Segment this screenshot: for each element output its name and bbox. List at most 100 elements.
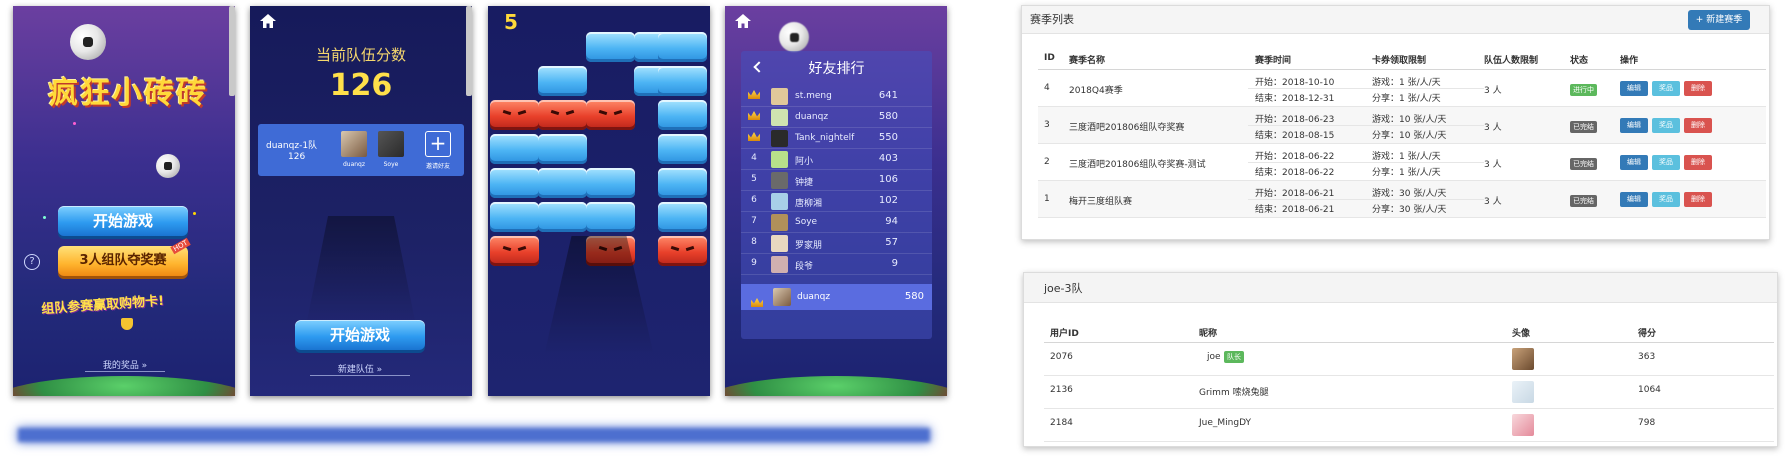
- prize-button[interactable]: 奖品: [1652, 155, 1680, 170]
- star-dot: [43, 216, 46, 219]
- crown-icon: [745, 111, 763, 123]
- level-number: 5: [504, 10, 518, 34]
- delete-button[interactable]: 删除: [1684, 118, 1712, 133]
- rank-number: 4: [751, 153, 757, 163]
- row-id: 3: [1044, 120, 1050, 130]
- blue-brick: [658, 134, 707, 164]
- row-id: 2: [1044, 157, 1050, 167]
- rank-number: 8: [751, 237, 757, 247]
- player-score: 102: [878, 195, 898, 206]
- player-score: 580: [878, 111, 898, 122]
- team-contest-button[interactable]: 3人组队夺奖赛: [58, 246, 188, 276]
- new-team-link[interactable]: 新建队伍 »: [310, 362, 410, 376]
- season-start: 开始：2018-06-21: [1255, 189, 1335, 199]
- divider: [1038, 143, 1766, 144]
- user-score: 363: [1638, 352, 1656, 362]
- my-prizes-link[interactable]: 我的奖品 »: [85, 358, 165, 372]
- col-header: 卡券领取限制: [1372, 56, 1427, 66]
- start-game-button[interactable]: 开始游戏: [295, 320, 425, 350]
- row-id: 4: [1044, 83, 1050, 93]
- edit-button[interactable]: 编辑: [1620, 81, 1648, 96]
- blue-brick: [538, 134, 587, 164]
- red-brick: [538, 100, 587, 130]
- blue-brick: [538, 66, 587, 96]
- planet-ground: [725, 376, 947, 396]
- invite-label: 邀请好友: [425, 163, 450, 170]
- divider: [1044, 408, 1774, 409]
- blue-brick: [658, 66, 707, 96]
- team-size: 3 人: [1484, 197, 1502, 207]
- blue-brick: [658, 168, 707, 198]
- limit-share: 分享：1 张/人/天: [1372, 168, 1441, 178]
- team-card: duanqz-1队 126 duanqz Soye + 邀请好友: [258, 124, 464, 176]
- scrollbar[interactable]: [229, 6, 235, 96]
- avatar: [1512, 414, 1534, 436]
- delete-button[interactable]: 删除: [1684, 192, 1712, 207]
- rank-row: 9 段爷 9: [741, 254, 932, 275]
- blue-brick: [658, 32, 707, 62]
- red-brick: [490, 236, 539, 266]
- home-icon[interactable]: [735, 14, 751, 28]
- rank-number: 5: [751, 174, 757, 184]
- member-name: duanqz: [342, 161, 366, 168]
- new-season-button[interactable]: + 新建赛季: [1688, 10, 1750, 30]
- football-icon: [779, 22, 809, 52]
- col-header: 用户ID: [1050, 329, 1079, 339]
- rank-row: duanqz 580: [741, 107, 932, 128]
- screen-game: 5: [488, 6, 710, 396]
- player-name: 唐柳湘: [795, 199, 823, 209]
- blue-brick: [490, 168, 539, 198]
- rank-row: st.meng 641: [741, 86, 932, 107]
- season-rows: 4 2018Q4赛季 开始：2018-10-10 结束：2018-12-31 游戏：1 …: [1022, 70, 1771, 240]
- screen-home: 疯狂小砖砖 开始游戏 3人组队夺奖赛 HOT ? 组队参赛赢取购物卡! 我的奖品…: [13, 6, 235, 396]
- edit-button[interactable]: 编辑: [1620, 155, 1648, 170]
- divider: [1248, 88, 1484, 89]
- team-detail-panel: joe-3队 用户ID 昵称 头像 得分 2076 joe 队长 363 2136 Gri…: [1023, 272, 1778, 447]
- delete-button[interactable]: 删除: [1684, 81, 1712, 96]
- season-end: 结束：2018-06-22: [1255, 168, 1335, 178]
- promo-text: 组队参赛赢取购物卡!: [40, 293, 165, 318]
- nickname: joe: [1207, 352, 1221, 362]
- col-header: 赛季名称: [1069, 56, 1106, 66]
- blue-brick: [586, 202, 635, 232]
- avatar: [771, 109, 788, 126]
- limit-game: 游戏：10 张/人/天: [1372, 115, 1447, 125]
- prize-button[interactable]: 奖品: [1652, 118, 1680, 133]
- team-card-score: 126: [288, 152, 306, 162]
- blue-brick: [538, 168, 587, 198]
- player-name: duanqz: [795, 112, 829, 122]
- rank-row: 8 罗家朋 57: [741, 233, 932, 254]
- team-size: 3 人: [1484, 86, 1502, 96]
- avatar: [1512, 381, 1534, 403]
- season-name: 三度酒吧201806组队夺奖赛-测试: [1069, 160, 1206, 170]
- col-header: 操作: [1620, 56, 1639, 66]
- home-icon[interactable]: [260, 14, 276, 28]
- user-score: 1064: [1638, 385, 1661, 395]
- avatar: [771, 172, 788, 189]
- red-brick: [586, 100, 635, 130]
- avatar: [771, 235, 788, 252]
- team-rows: 2076 joe 队长 363 2136 Grimm 嗦烧兔腿 1064 2184 Jue_Mi…: [1024, 343, 1779, 443]
- player-name: Soye: [795, 217, 818, 227]
- start-game-button[interactable]: 开始游戏: [58, 206, 188, 236]
- rank-row: Tank_nightelf 550: [741, 128, 932, 149]
- edit-button[interactable]: 编辑: [1620, 192, 1648, 207]
- help-icon[interactable]: ?: [24, 254, 40, 270]
- invite-friend-button[interactable]: +: [425, 131, 451, 157]
- col-header: ID: [1044, 53, 1055, 63]
- avatar: [771, 88, 788, 105]
- self-score: 580: [904, 291, 924, 302]
- limit-share: 分享：10 张/人/天: [1372, 131, 1447, 141]
- avatar: [771, 193, 788, 210]
- avatar: [771, 214, 788, 231]
- prize-button[interactable]: 奖品: [1652, 81, 1680, 96]
- crown-icon: [745, 132, 763, 144]
- prize-button[interactable]: 奖品: [1652, 192, 1680, 207]
- avatar: [378, 131, 404, 157]
- player-score: 641: [878, 90, 898, 101]
- blue-brick: [586, 32, 635, 62]
- season-start: 开始：2018-06-22: [1255, 152, 1335, 162]
- edit-button[interactable]: 编辑: [1620, 118, 1648, 133]
- delete-button[interactable]: 删除: [1684, 155, 1712, 170]
- planet-ground: [13, 376, 235, 396]
